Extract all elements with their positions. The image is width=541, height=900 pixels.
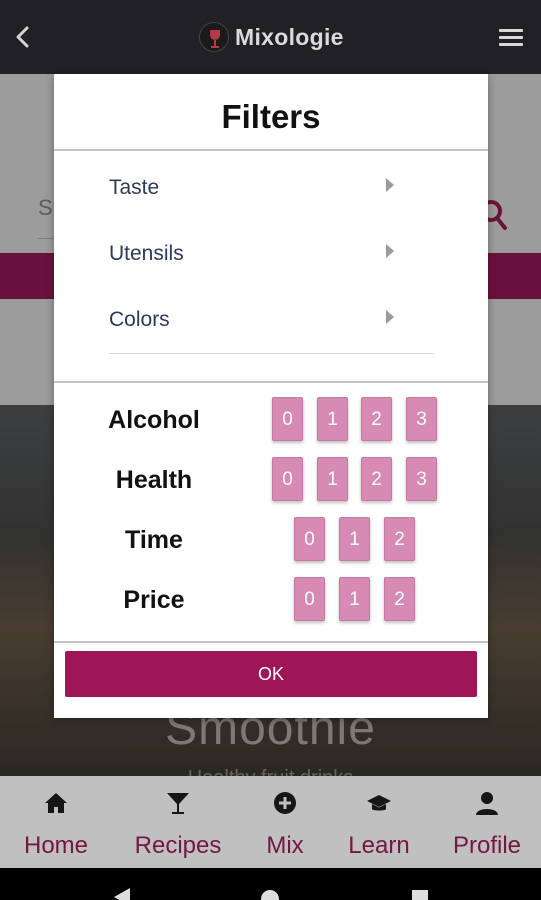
health-level-3-button[interactable]: 3 bbox=[406, 457, 437, 501]
level-label-alcohol: Alcohol bbox=[108, 406, 200, 434]
price-level-1-button[interactable]: 1 bbox=[339, 577, 370, 621]
filter-link-label: Utensils bbox=[109, 242, 184, 265]
alcohol-level-1-button[interactable]: 1 bbox=[317, 397, 348, 441]
health-level-0-button[interactable]: 0 bbox=[272, 457, 303, 501]
chevron-right-icon bbox=[386, 310, 394, 324]
level-label-health: Health bbox=[115, 466, 193, 494]
chevron-right-icon bbox=[386, 244, 394, 258]
system-home-icon[interactable] bbox=[259, 888, 281, 900]
time-level-0-button[interactable]: 0 bbox=[294, 517, 325, 561]
chevron-right-icon bbox=[386, 178, 394, 192]
alcohol-level-3-button[interactable]: 3 bbox=[406, 397, 437, 441]
health-level-2-button[interactable]: 2 bbox=[361, 457, 392, 501]
alcohol-level-0-button[interactable]: 0 bbox=[272, 397, 303, 441]
hamburger-menu-icon[interactable] bbox=[499, 29, 523, 47]
level-label-price: Price bbox=[123, 586, 185, 614]
system-back-icon[interactable] bbox=[112, 888, 132, 900]
filter-link-colors[interactable]: Colors bbox=[109, 300, 394, 344]
alcohol-level-2-button[interactable]: 2 bbox=[361, 397, 392, 441]
filter-link-taste[interactable]: Taste bbox=[109, 168, 394, 212]
wine-glass-logo-icon bbox=[199, 22, 229, 52]
time-level-2-button[interactable]: 2 bbox=[384, 517, 415, 561]
dialog-title: Filters bbox=[221, 98, 321, 135]
links-divider bbox=[109, 353, 434, 354]
level-label-time: Time bbox=[125, 526, 183, 554]
title-divider bbox=[54, 149, 488, 151]
app-bar: Mixologie bbox=[0, 0, 541, 74]
health-level-1-button[interactable]: 1 bbox=[317, 457, 348, 501]
price-level-2-button[interactable]: 2 bbox=[384, 577, 415, 621]
filters-dialog: Filters Taste Utensils Colors Alcohol 0 … bbox=[54, 74, 488, 718]
app-title: Mixologie bbox=[235, 24, 344, 50]
footer-divider bbox=[54, 641, 488, 643]
system-recents-icon[interactable] bbox=[410, 888, 430, 900]
bottom-nav-dim bbox=[0, 776, 541, 868]
ok-button[interactable]: OK bbox=[65, 651, 477, 697]
price-level-0-button[interactable]: 0 bbox=[294, 577, 325, 621]
filter-link-label: Colors bbox=[109, 308, 170, 331]
time-level-1-button[interactable]: 1 bbox=[339, 517, 370, 561]
filter-link-utensils[interactable]: Utensils bbox=[109, 234, 394, 278]
system-navigation-bar bbox=[0, 868, 541, 900]
filter-link-label: Taste bbox=[109, 176, 160, 199]
section-divider bbox=[54, 381, 488, 383]
back-arrow-icon[interactable] bbox=[12, 24, 34, 50]
